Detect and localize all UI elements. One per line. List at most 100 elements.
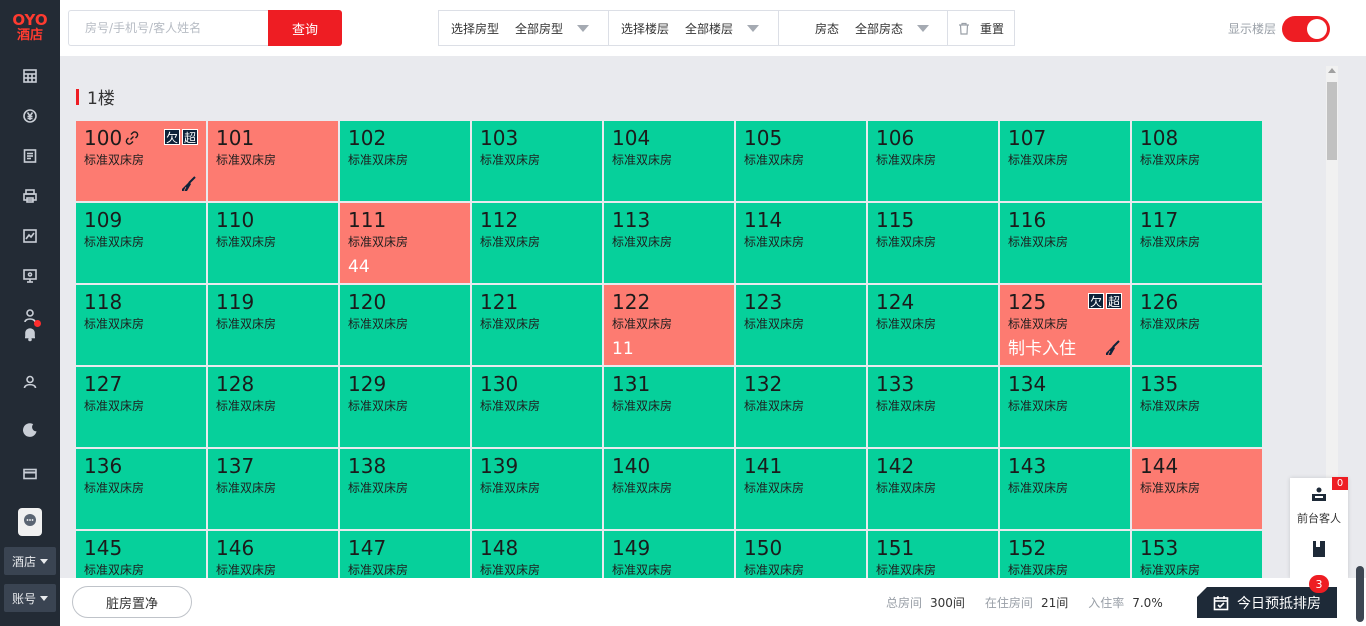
room-card[interactable]: 101 标准双床房 bbox=[208, 121, 338, 201]
filter-label: 选择房型 bbox=[451, 21, 500, 36]
reset-button[interactable]: 重置 bbox=[948, 11, 1014, 45]
room-card[interactable]: 106 标准双床房 bbox=[868, 121, 998, 201]
room-card[interactable]: 124 标准双床房 bbox=[868, 285, 998, 365]
chat-icon[interactable] bbox=[18, 508, 42, 536]
room-card[interactable]: 111 标准双床房 44 bbox=[340, 203, 470, 283]
room-card[interactable]: 109 标准双床房 bbox=[76, 203, 206, 283]
room-card[interactable]: 134 标准双床房 bbox=[1000, 367, 1130, 447]
room-card[interactable]: 112 标准双床房 bbox=[472, 203, 602, 283]
room-card[interactable]: 141 标准双床房 bbox=[736, 449, 866, 529]
room-card[interactable]: 145 标准双床房 bbox=[76, 531, 206, 578]
room-card[interactable]: 115 标准双床房 bbox=[868, 203, 998, 283]
printer-icon[interactable] bbox=[20, 186, 40, 206]
room-card[interactable]: 126 标准双床房 bbox=[1132, 285, 1262, 365]
room-number: 139 bbox=[480, 454, 594, 478]
stat-occupancy-rate: 入住率 7.0% bbox=[1088, 594, 1163, 611]
room-card[interactable]: 132 标准双床房 bbox=[736, 367, 866, 447]
room-card[interactable]: 129 标准双床房 bbox=[340, 367, 470, 447]
room-card[interactable]: 117 标准双床房 bbox=[1132, 203, 1262, 283]
reset-label: 重置 bbox=[980, 21, 1005, 36]
room-number-text: 147 bbox=[348, 536, 387, 560]
yen-icon[interactable] bbox=[20, 106, 40, 126]
room-type: 标准双床房 bbox=[1140, 481, 1201, 495]
room-number-text: 133 bbox=[876, 372, 915, 396]
room-card[interactable]: 107 标准双床房 bbox=[1000, 121, 1130, 201]
search-input[interactable] bbox=[68, 10, 268, 46]
account-menu-button[interactable]: 账号 bbox=[4, 584, 56, 612]
room-card[interactable]: 140 标准双床房 bbox=[604, 449, 734, 529]
room-card[interactable]: 133 标准双床房 bbox=[868, 367, 998, 447]
calendar-icon[interactable] bbox=[20, 66, 40, 86]
room-card[interactable]: 104 标准双床房 bbox=[604, 121, 734, 201]
room-number: 124 bbox=[876, 290, 990, 314]
room-card[interactable]: 121 标准双床房 bbox=[472, 285, 602, 365]
show-floor-toggle[interactable] bbox=[1282, 16, 1330, 42]
side-handle[interactable] bbox=[1356, 566, 1364, 622]
guest-book-button[interactable] bbox=[1290, 540, 1348, 558]
room-number: 141 bbox=[744, 454, 858, 478]
room-card[interactable]: 143 标准双床房 bbox=[1000, 449, 1130, 529]
room-card[interactable]: 105 标准双床房 bbox=[736, 121, 866, 201]
front-desk-guests-button[interactable]: 前台客人 bbox=[1290, 486, 1348, 526]
room-card[interactable]: 148 标准双床房 bbox=[472, 531, 602, 578]
room-card[interactable]: 153 标准双床房 bbox=[1132, 531, 1262, 578]
room-number: 123 bbox=[744, 290, 858, 314]
room-card[interactable]: 123 标准双床房 bbox=[736, 285, 866, 365]
logo-text: OYO bbox=[12, 11, 48, 29]
room-status-filter[interactable]: 房态 全部房态 bbox=[779, 11, 948, 45]
user-icon[interactable] bbox=[20, 372, 40, 392]
room-card[interactable]: 152 标准双床房 bbox=[1000, 531, 1130, 578]
room-card[interactable]: 108 标准双床房 bbox=[1132, 121, 1262, 201]
room-number-text: 126 bbox=[1140, 290, 1179, 314]
room-card[interactable]: 120 标准双床房 bbox=[340, 285, 470, 365]
room-type: 标准双床房 bbox=[348, 235, 409, 249]
room-type-filter[interactable]: 选择房型 全部房型 bbox=[439, 11, 609, 45]
room-card[interactable]: 142 标准双床房 bbox=[868, 449, 998, 529]
room-card[interactable]: 100 标准双床房 欠超 bbox=[76, 121, 206, 201]
night-icon[interactable] bbox=[20, 420, 40, 440]
room-card[interactable]: 128 标准双床房 bbox=[208, 367, 338, 447]
room-card[interactable]: 138 标准双床房 bbox=[340, 449, 470, 529]
room-card[interactable]: 116 标准双床房 bbox=[1000, 203, 1130, 283]
room-card[interactable]: 125 标准双床房 欠超制卡入住 bbox=[1000, 285, 1130, 365]
room-number: 144 bbox=[1140, 454, 1254, 478]
room-card[interactable]: 147 标准双床房 bbox=[340, 531, 470, 578]
room-card[interactable]: 130 标准双床房 bbox=[472, 367, 602, 447]
room-card[interactable]: 149 标准双床房 bbox=[604, 531, 734, 578]
floor-filter[interactable]: 选择楼层 全部楼层 bbox=[609, 11, 779, 45]
room-card[interactable]: 103 标准双床房 bbox=[472, 121, 602, 201]
hotel-menu-button[interactable]: 酒店 bbox=[4, 547, 56, 575]
room-card[interactable]: 150 标准双床房 bbox=[736, 531, 866, 578]
room-card[interactable]: 119 标准双床房 bbox=[208, 285, 338, 365]
scrollbar-thumb[interactable] bbox=[1327, 82, 1337, 160]
clean-dirty-rooms-button[interactable]: 脏房置净 bbox=[72, 586, 192, 618]
room-card[interactable]: 135 标准双床房 bbox=[1132, 367, 1262, 447]
monitor-icon[interactable] bbox=[20, 266, 40, 286]
room-card[interactable]: 136 标准双床房 bbox=[76, 449, 206, 529]
chart-icon[interactable] bbox=[20, 226, 40, 246]
room-card[interactable]: 110 标准双床房 bbox=[208, 203, 338, 283]
bell-icon[interactable] bbox=[20, 324, 40, 344]
room-card[interactable]: 127 标准双床房 bbox=[76, 367, 206, 447]
room-card[interactable]: 139 标准双床房 bbox=[472, 449, 602, 529]
oyo-logo[interactable]: OYO 酒店 bbox=[0, 0, 60, 56]
room-card[interactable]: 151 标准双床房 bbox=[868, 531, 998, 578]
room-card[interactable]: 146 标准双床房 bbox=[208, 531, 338, 578]
list-icon[interactable] bbox=[20, 146, 40, 166]
room-card[interactable]: 113 标准双床房 bbox=[604, 203, 734, 283]
room-number: 105 bbox=[744, 126, 858, 150]
scroll-up-icon[interactable] bbox=[1328, 68, 1336, 73]
room-card[interactable]: 144 标准双床房 bbox=[1132, 449, 1262, 529]
room-card[interactable]: 102 标准双床房 bbox=[340, 121, 470, 201]
room-number: 149 bbox=[612, 536, 726, 560]
room-card[interactable]: 137 标准双床房 bbox=[208, 449, 338, 529]
room-card[interactable]: 122 标准双床房 11 bbox=[604, 285, 734, 365]
room-card[interactable]: 114 标准双床房 bbox=[736, 203, 866, 283]
room-card[interactable]: 131 标准双床房 bbox=[604, 367, 734, 447]
status-badge: 欠 bbox=[1088, 293, 1104, 309]
card-icon[interactable] bbox=[20, 464, 40, 484]
query-button[interactable]: 查询 bbox=[268, 10, 342, 46]
room-card[interactable]: 118 标准双床房 bbox=[76, 285, 206, 365]
room-type: 标准双床房 bbox=[612, 235, 673, 249]
room-number-text: 127 bbox=[84, 372, 123, 396]
